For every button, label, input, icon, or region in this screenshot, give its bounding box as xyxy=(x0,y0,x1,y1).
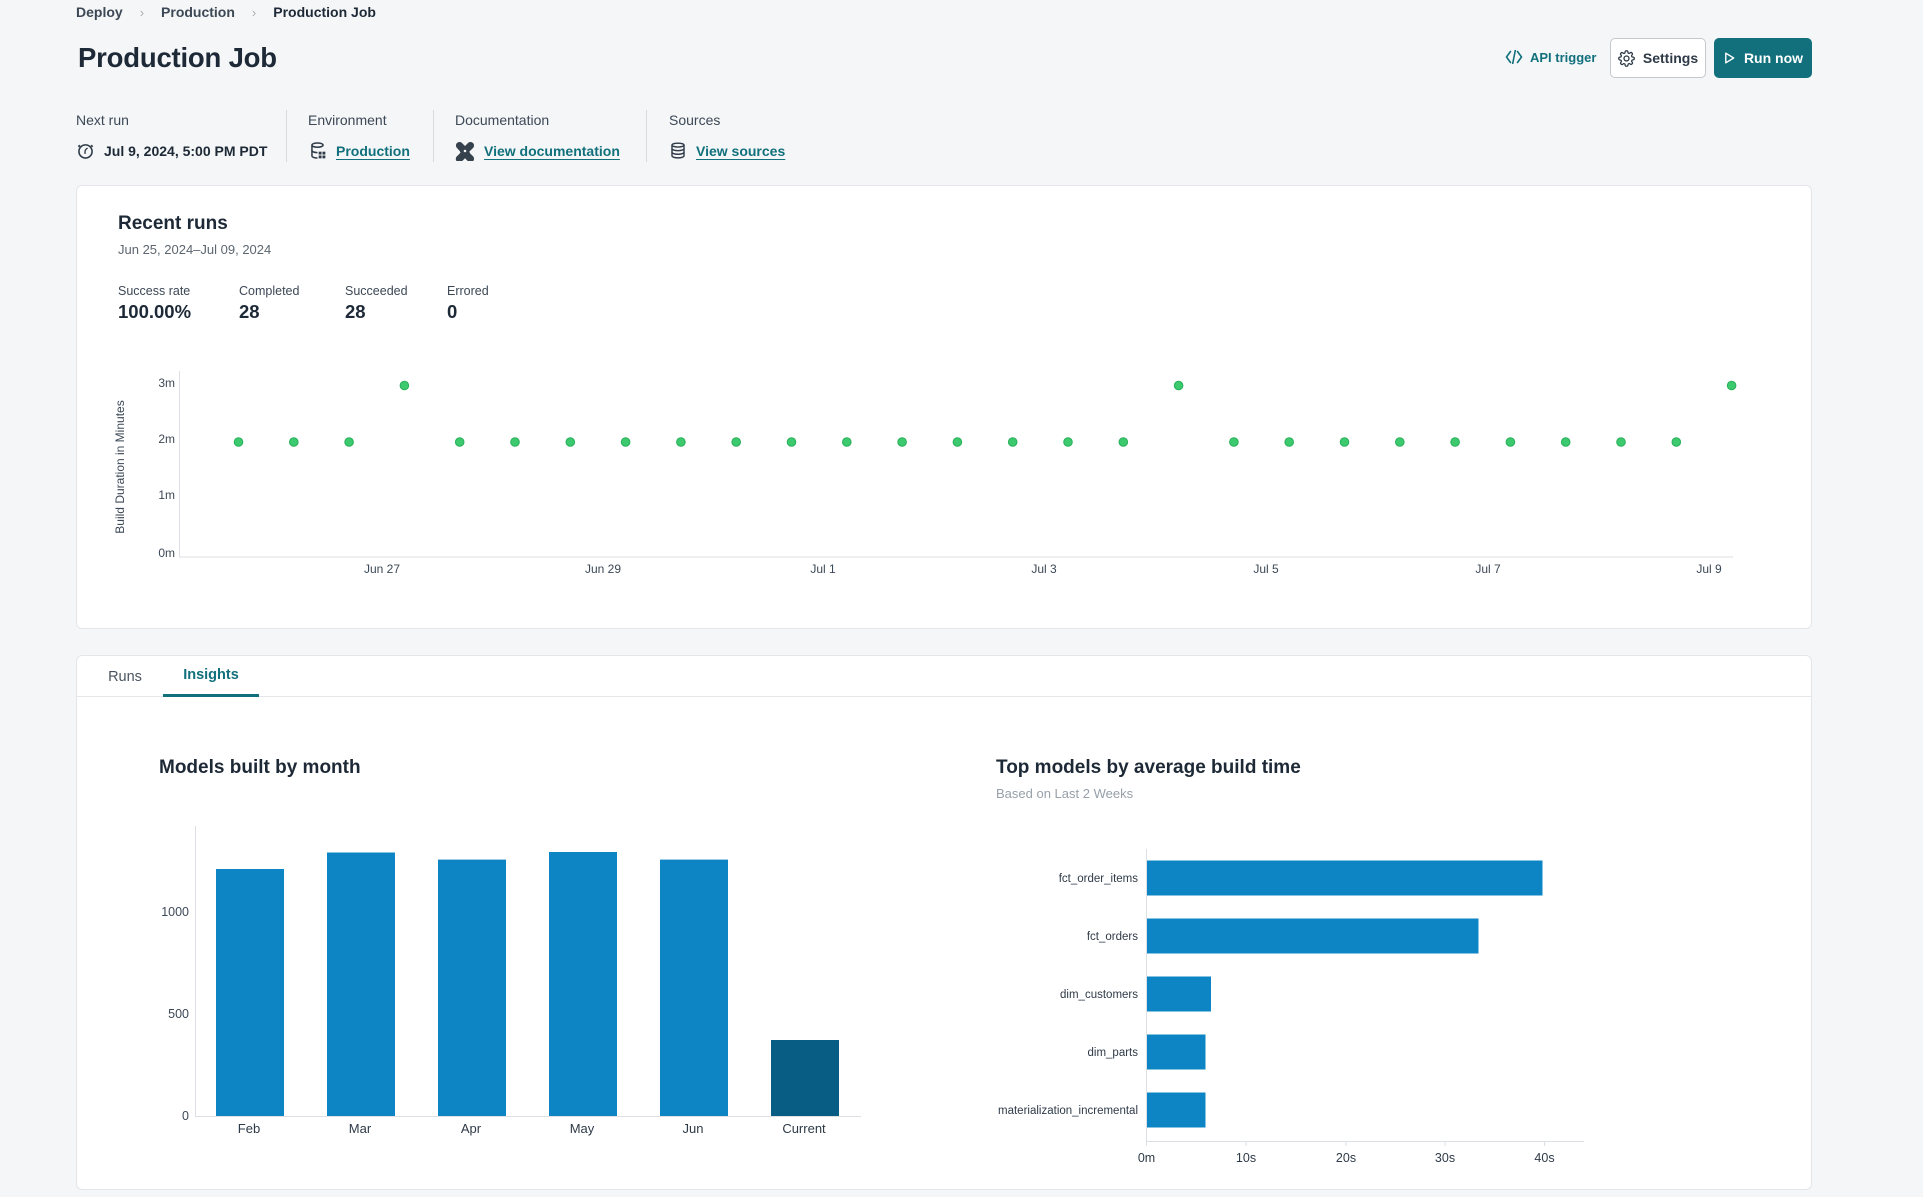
svg-text:Apr: Apr xyxy=(461,1121,482,1136)
svg-text:500: 500 xyxy=(168,1007,189,1021)
svg-text:Jul 9: Jul 9 xyxy=(1696,562,1722,576)
svg-text:2m: 2m xyxy=(158,432,175,446)
svg-text:materialization_incremental: materialization_incremental xyxy=(998,1105,1138,1117)
svg-text:Jul 3: Jul 3 xyxy=(1031,562,1057,576)
svg-text:Mar: Mar xyxy=(349,1121,372,1136)
svg-text:Current: Current xyxy=(782,1121,826,1136)
svg-text:30s: 30s xyxy=(1435,1151,1455,1165)
svg-text:40s: 40s xyxy=(1534,1151,1554,1165)
svg-text:Build Duration in Minutes: Build Duration in Minutes xyxy=(113,400,127,533)
svg-text:Jul 7: Jul 7 xyxy=(1475,562,1501,576)
svg-text:3m: 3m xyxy=(158,376,175,390)
svg-text:Jun 29: Jun 29 xyxy=(585,562,621,576)
svg-text:10s: 10s xyxy=(1236,1151,1256,1165)
svg-text:20s: 20s xyxy=(1336,1151,1356,1165)
svg-text:Jun: Jun xyxy=(683,1121,704,1136)
svg-text:0m: 0m xyxy=(158,546,175,560)
svg-text:1000: 1000 xyxy=(161,905,189,919)
svg-text:dim_customers: dim_customers xyxy=(1060,989,1138,1001)
svg-text:fct_order_items: fct_order_items xyxy=(1059,873,1139,885)
svg-text:0: 0 xyxy=(182,1109,189,1123)
svg-text:fct_orders: fct_orders xyxy=(1087,931,1138,943)
svg-text:May: May xyxy=(570,1121,595,1136)
svg-text:Jul 5: Jul 5 xyxy=(1253,562,1279,576)
svg-text:1m: 1m xyxy=(158,488,175,502)
svg-text:0m: 0m xyxy=(1138,1151,1155,1165)
svg-text:dim_parts: dim_parts xyxy=(1088,1047,1139,1059)
svg-text:Feb: Feb xyxy=(238,1121,260,1136)
svg-text:Jul 1: Jul 1 xyxy=(810,562,836,576)
svg-text:Jun 27: Jun 27 xyxy=(364,562,400,576)
